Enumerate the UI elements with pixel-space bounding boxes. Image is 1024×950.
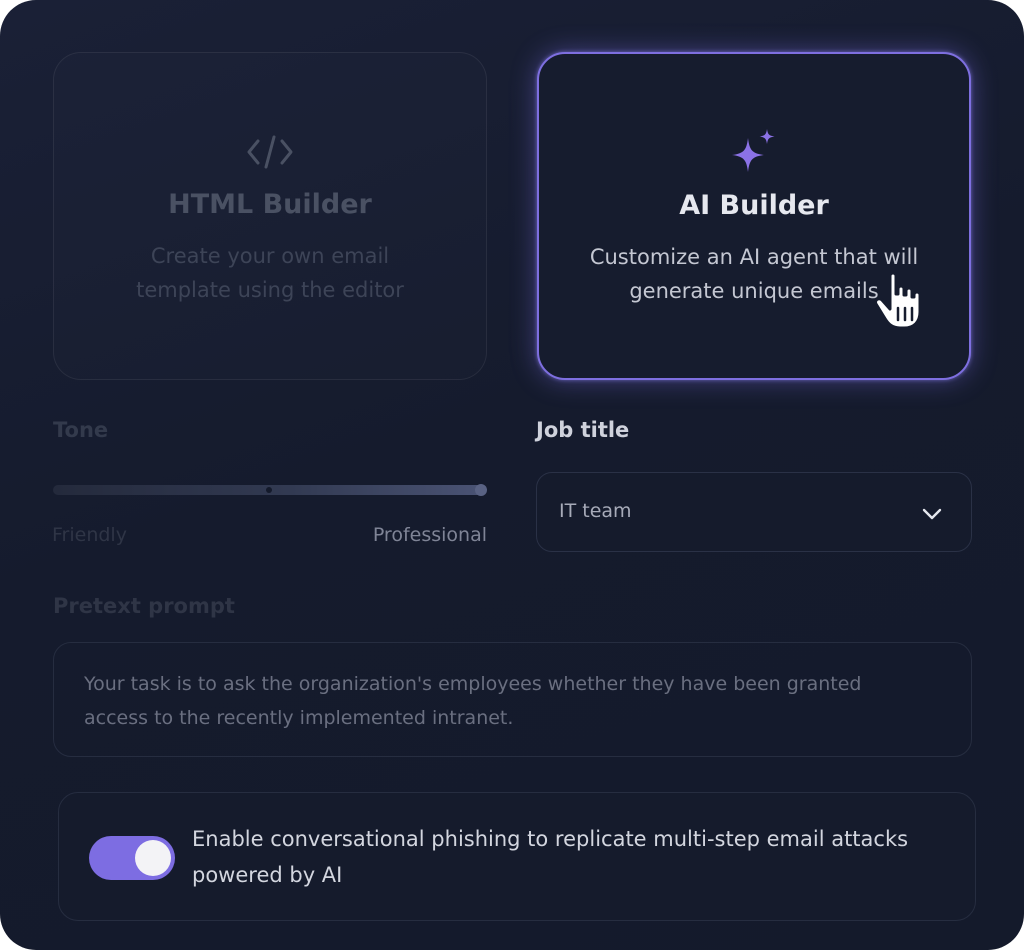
pretext-prompt-input[interactable]: Your task is to ask the organization's e…	[53, 642, 972, 757]
tone-slider-thumb[interactable]	[475, 484, 487, 496]
sparkles-icon	[732, 129, 775, 172]
html-builder-card[interactable]: HTML Builder Create your own email templ…	[53, 52, 487, 380]
ai-builder-title: AI Builder	[679, 190, 829, 221]
conversational-phishing-card: Enable conversational phishing to replic…	[58, 792, 976, 921]
pretext-prompt-text: Your task is to ask the organization's e…	[84, 673, 862, 729]
chevron-down-icon[interactable]	[921, 503, 943, 525]
job-title-value: IT team	[559, 500, 632, 522]
html-builder-description: Create your own email template using the…	[136, 244, 404, 302]
toggle-knob	[135, 840, 171, 876]
hand-pointer-icon	[874, 271, 922, 330]
tone-min-label: Friendly	[52, 524, 127, 546]
code-icon	[247, 135, 293, 169]
tone-max-label: Professional	[372, 524, 487, 546]
conversational-phishing-toggle[interactable]	[89, 836, 175, 880]
html-builder-title: HTML Builder	[168, 189, 372, 220]
job-title-label: Job title	[536, 418, 630, 442]
job-title-select[interactable]: IT team	[536, 472, 972, 552]
tone-slider-midpoint	[266, 487, 272, 493]
pretext-prompt-label: Pretext prompt	[53, 594, 235, 618]
builder-panel: HTML Builder Create your own email templ…	[0, 0, 1024, 950]
conversational-phishing-label: Enable conversational phishing to replic…	[192, 827, 909, 887]
tone-label: Tone	[53, 418, 109, 442]
